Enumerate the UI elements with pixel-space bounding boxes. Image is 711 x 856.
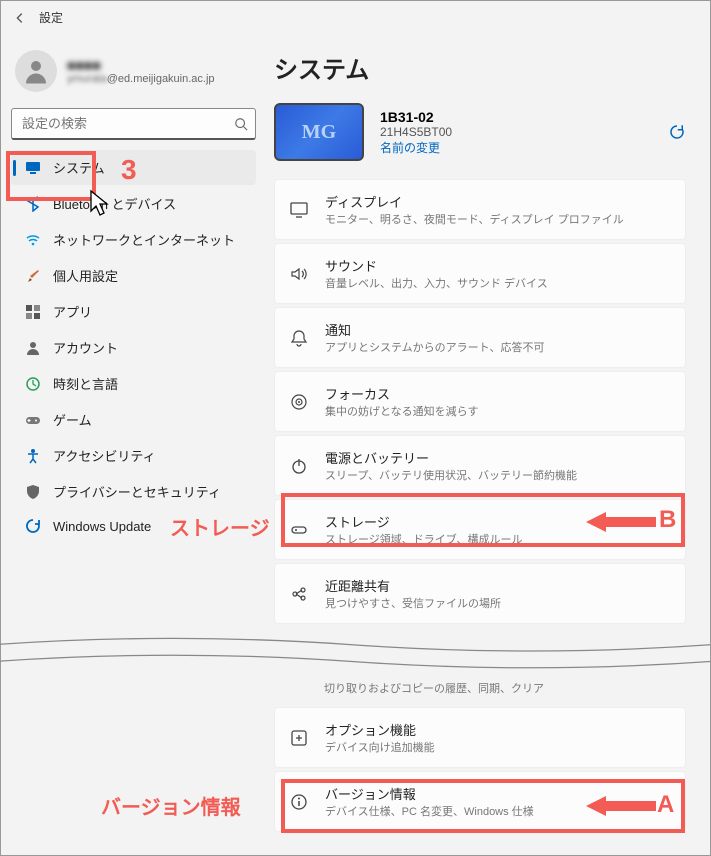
sidebar-item-label: Bluetooth とデバイス	[53, 194, 176, 213]
apps-icon	[25, 304, 41, 320]
setting-desc: 切り取りおよびコピーの履歴、同期、クリア	[324, 680, 544, 696]
setting-title: 近距離共有	[325, 576, 501, 595]
game-icon	[25, 412, 41, 428]
sync-button[interactable]	[668, 123, 686, 141]
wifi-icon	[25, 232, 41, 248]
globe-time-icon	[25, 376, 41, 392]
setting-desc: ストレージ領域、ドライブ、構成ルール	[325, 531, 522, 547]
sidebar-item-4[interactable]: アプリ	[11, 294, 256, 329]
setting-item-3[interactable]: フォーカス集中の妨げとなる通知を減らす	[274, 371, 686, 432]
setting-item-b1[interactable]: バージョン情報デバイス仕様、PC 名変更、Windows 仕様	[274, 771, 686, 832]
shield-icon	[25, 484, 41, 500]
setting-item-partial[interactable]: 切り取りおよびコピーの履歴、同期、クリア	[274, 678, 686, 704]
setting-title: 電源とバッテリー	[325, 448, 577, 467]
device-rename-link[interactable]: 名前の変更	[380, 139, 452, 156]
sidebar-item-8[interactable]: アクセシビリティ	[11, 438, 256, 473]
window-title: 設定	[39, 9, 63, 26]
user-name: ■■■■	[67, 57, 215, 73]
setting-item-b0[interactable]: オプション機能デバイス向け追加機能	[274, 707, 686, 768]
sidebar-item-5[interactable]: アカウント	[11, 330, 256, 365]
setting-desc: スリープ、バッテリ使用状況、バッテリー節約機能	[325, 467, 577, 483]
accessibility-icon	[25, 448, 41, 464]
share-icon	[289, 584, 309, 604]
power-icon	[289, 456, 309, 476]
setting-desc: デバイス仕様、PC 名変更、Windows 仕様	[325, 803, 534, 819]
sidebar-item-label: ゲーム	[53, 410, 92, 429]
setting-title: フォーカス	[325, 384, 478, 403]
device-serial: 21H4S5BT00	[380, 125, 452, 139]
setting-desc: アプリとシステムからのアラート、応答不可	[325, 339, 544, 355]
sidebar-item-2[interactable]: ネットワークとインターネット	[11, 222, 256, 257]
setting-item-5[interactable]: ストレージストレージ領域、ドライブ、構成ルール	[274, 499, 686, 560]
sidebar-item-label: アクセシビリティ	[53, 446, 156, 465]
sidebar-item-10[interactable]: Windows Update	[11, 510, 256, 542]
device-thumbnail: MG	[274, 103, 364, 161]
user-block[interactable]: ■■■■ ymurata@ed.meijigakuin.ac.jp	[11, 42, 256, 108]
setting-item-0[interactable]: ディスプレイモニター、明るさ、夜間モード、ディスプレイ プロファイル	[274, 179, 686, 240]
setting-title: バージョン情報	[325, 784, 534, 803]
setting-title: オプション機能	[325, 720, 435, 739]
sidebar-item-label: アプリ	[53, 302, 92, 321]
setting-desc: 集中の妨げとなる通知を減らす	[325, 403, 478, 419]
update-icon	[25, 518, 41, 534]
setting-item-2[interactable]: 通知アプリとシステムからのアラート、応答不可	[274, 307, 686, 368]
display-icon	[289, 200, 309, 220]
setting-desc: デバイス向け追加機能	[325, 739, 435, 755]
sidebar-item-label: Windows Update	[53, 519, 151, 534]
monitor-icon	[25, 160, 41, 176]
setting-desc: 音量レベル、出力、入力、サウンド デバイス	[325, 275, 548, 291]
sidebar-item-7[interactable]: ゲーム	[11, 402, 256, 437]
setting-title: サウンド	[325, 256, 548, 275]
sidebar-item-6[interactable]: 時刻と言語	[11, 366, 256, 401]
setting-desc: モニター、明るさ、夜間モード、ディスプレイ プロファイル	[325, 211, 624, 227]
sidebar-item-9[interactable]: プライバシーとセキュリティ	[11, 474, 256, 509]
info-icon	[289, 792, 309, 812]
sidebar-item-label: 個人用設定	[53, 266, 118, 285]
sidebar-item-label: アカウント	[53, 338, 118, 357]
storage-icon	[289, 520, 309, 540]
avatar	[15, 50, 57, 92]
back-button[interactable]	[13, 11, 27, 25]
sidebar-item-3[interactable]: 個人用設定	[11, 258, 256, 293]
brush-icon	[25, 268, 41, 284]
search-input[interactable]	[11, 108, 256, 140]
focus-icon	[289, 392, 309, 412]
sidebar-item-label: プライバシーとセキュリティ	[53, 482, 221, 501]
sidebar-item-1[interactable]: Bluetooth とデバイス	[11, 186, 256, 221]
sidebar-item-label: ネットワークとインターネット	[53, 230, 235, 249]
sidebar-item-label: 時刻と言語	[53, 374, 118, 393]
person-icon	[25, 340, 41, 356]
setting-title: ディスプレイ	[325, 192, 624, 211]
setting-title: ストレージ	[325, 512, 522, 531]
bluetooth-icon	[25, 196, 41, 212]
sidebar-item-0[interactable]: システム	[11, 150, 256, 185]
content-break	[0, 630, 710, 672]
setting-item-4[interactable]: 電源とバッテリースリープ、バッテリ使用状況、バッテリー節約機能	[274, 435, 686, 496]
plus-box-icon	[289, 728, 309, 748]
setting-title: 通知	[325, 320, 544, 339]
setting-item-6[interactable]: 近距離共有見つけやすさ、受信ファイルの場所	[274, 563, 686, 624]
bell-icon	[289, 328, 309, 348]
setting-item-1[interactable]: サウンド音量レベル、出力、入力、サウンド デバイス	[274, 243, 686, 304]
sound-icon	[289, 264, 309, 284]
search-icon	[234, 117, 248, 131]
user-email: ymurata@ed.meijigakuin.ac.jp	[67, 73, 215, 85]
sidebar-item-label: システム	[53, 158, 105, 177]
setting-desc: 見つけやすさ、受信ファイルの場所	[325, 595, 501, 611]
page-title: システム	[274, 50, 686, 85]
device-name: 1B31-02	[380, 109, 452, 125]
